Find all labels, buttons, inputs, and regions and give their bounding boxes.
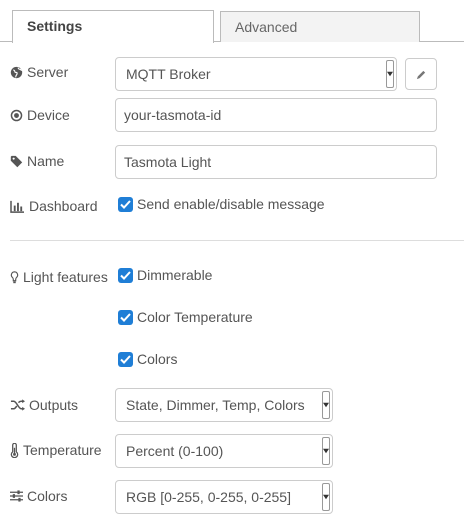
colors-select-value: RGB [0-255, 0-255, 0-255] <box>126 489 291 505</box>
color-temperature-label: Color Temperature <box>137 309 253 325</box>
checkbox-checked-icon <box>118 196 133 212</box>
light-features-label-row: Light features <box>10 269 108 285</box>
globe-icon <box>10 66 23 78</box>
dot-circle-icon <box>10 109 23 121</box>
tab-advanced[interactable]: Advanced <box>220 11 420 42</box>
name-label: Name <box>27 153 65 169</box>
device-label: Device <box>27 107 70 123</box>
section-divider <box>10 240 464 241</box>
server-label-row: Server <box>10 64 68 80</box>
dashboard-checkbox-label: Send enable/disable message <box>137 196 325 212</box>
lightbulb-icon <box>10 270 19 283</box>
colors-select[interactable]: RGB [0-255, 0-255, 0-255] <box>115 480 333 514</box>
checkbox-checked-icon <box>118 309 133 325</box>
tab-bar: Settings Advanced <box>0 0 464 43</box>
name-field[interactable] <box>115 145 437 179</box>
random-icon <box>10 399 25 411</box>
colors-checkbox[interactable]: Colors <box>118 351 177 367</box>
outputs-select[interactable]: State, Dimmer, Temp, Colors <box>115 388 333 422</box>
colors-label-row: Colors <box>10 488 67 504</box>
pencil-icon <box>416 70 425 79</box>
dashboard-label-row: Dashboard <box>10 198 98 214</box>
edit-server-button[interactable] <box>405 58 437 90</box>
sliders-icon <box>10 490 23 502</box>
light-features-label: Light features <box>23 269 108 285</box>
bar-chart-icon <box>10 200 24 213</box>
dimmerable-label: Dimmerable <box>137 267 213 283</box>
temperature-select[interactable]: Percent (0-100) <box>115 434 333 468</box>
colors-label: Colors <box>27 488 68 504</box>
dashboard-label: Dashboard <box>29 198 98 214</box>
outputs-label-row: Outputs <box>10 397 78 413</box>
color-temperature-checkbox[interactable]: Color Temperature <box>118 309 253 325</box>
checkbox-checked-icon <box>118 267 133 283</box>
server-select-value: MQTT Broker <box>126 66 211 82</box>
temperature-label: Temperature <box>23 442 102 458</box>
outputs-select-value: State, Dimmer, Temp, Colors <box>126 397 305 413</box>
server-label: Server <box>27 64 69 80</box>
thermometer-icon <box>10 442 19 458</box>
device-field[interactable] <box>115 98 437 132</box>
chevron-down-icon <box>322 483 330 511</box>
dashboard-enable-checkbox[interactable]: Send enable/disable message <box>118 196 325 212</box>
tag-icon <box>10 155 23 167</box>
chevron-down-icon <box>322 437 330 465</box>
temperature-select-value: Percent (0-100) <box>126 443 224 459</box>
temperature-label-row: Temperature <box>10 442 102 458</box>
chevron-down-icon <box>386 60 394 88</box>
colors-option-label: Colors <box>137 351 178 367</box>
chevron-down-icon <box>322 391 330 419</box>
device-label-row: Device <box>10 107 70 123</box>
dimmerable-checkbox[interactable]: Dimmerable <box>118 267 212 283</box>
name-label-row: Name <box>10 153 64 169</box>
outputs-label: Outputs <box>29 397 79 413</box>
server-select[interactable]: MQTT Broker <box>115 57 397 91</box>
tab-settings[interactable]: Settings <box>12 10 214 43</box>
checkbox-checked-icon <box>118 351 133 367</box>
